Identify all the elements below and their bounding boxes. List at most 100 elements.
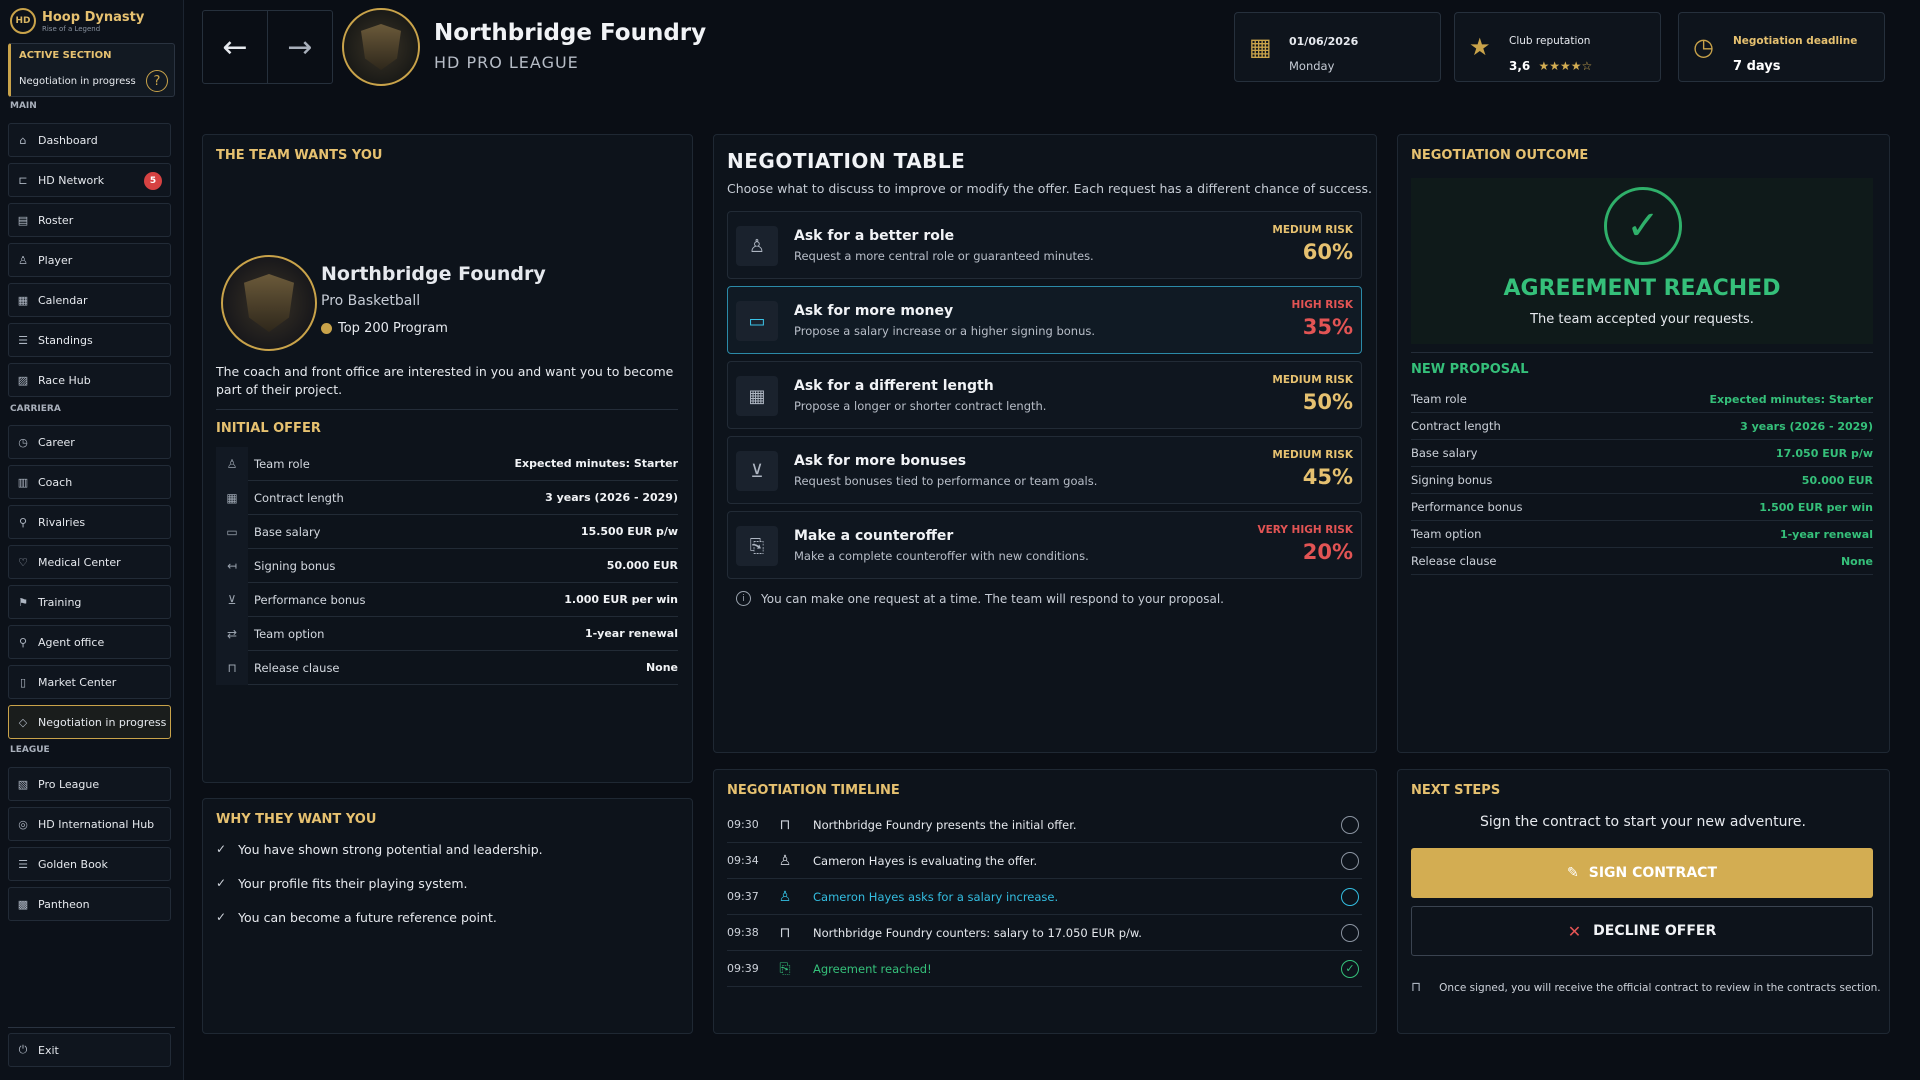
program-label: Top 200 Program <box>338 321 448 336</box>
sidebar-item-pro-league[interactable]: ▧ Pro League <box>8 767 171 801</box>
decline-offer-label: DECLINE OFFER <box>1593 923 1717 939</box>
offer-label: Team option <box>254 626 325 641</box>
check-icon: ✓ <box>216 842 227 856</box>
exit-label: Exit <box>38 1043 59 1057</box>
negotiation-in-progress-icon: ◇ <box>18 715 28 729</box>
pantheon-icon: ▩ <box>17 897 29 911</box>
reputation-score: 3,6 <box>1509 59 1531 73</box>
request-ask-for-a-different-length[interactable]: ▦ Ask for a different length Propose a lon… <box>727 361 1362 429</box>
event-time: 09:38 <box>727 926 759 939</box>
offer-value: 50.000 EUR <box>606 559 678 572</box>
negotiation-table-panel: NEGOTIATION TABLE Choose what to discuss… <box>713 134 1377 753</box>
sidebar-item-standings[interactable]: ☰ Standings <box>8 323 171 357</box>
event-icon: ⊓ <box>779 816 791 833</box>
status-circle-icon <box>1341 923 1359 942</box>
active-section-card: ACTIVE SECTION Negotiation in progress ? <box>8 43 175 97</box>
status-circle-icon <box>1341 815 1359 834</box>
offer-label: Base salary <box>254 524 321 539</box>
standings-icon: ☰ <box>18 333 28 347</box>
offer-value: 1.000 EUR per win <box>564 593 678 606</box>
sidebar-item-agent-office[interactable]: ⚲ Agent office <box>8 625 171 659</box>
proposal-row-release-clause: Release clause None <box>1411 548 1873 575</box>
forward-arrow-icon[interactable]: → <box>267 11 332 83</box>
sidebar-item-label: Rivalries <box>38 515 86 529</box>
check-icon: ✓ <box>216 910 227 924</box>
offer-row-base-salary: ▭ Base salary 15.500 EUR p/w <box>216 514 678 549</box>
request-description: Make a complete counteroffer with new co… <box>794 549 1089 563</box>
team-sport: Pro Basketball <box>321 293 421 309</box>
offer-row-team-option: ⇄ Team option 1-year renewal <box>216 616 678 651</box>
divider <box>1411 352 1873 353</box>
training-icon: ⚑ <box>18 595 28 609</box>
reputation-label: Club reputation <box>1509 35 1591 47</box>
next-steps-title: NEXT STEPS <box>1411 783 1501 798</box>
team-description: The coach and front office are intereste… <box>216 364 674 397</box>
request-title: Ask for a different length <box>794 378 994 394</box>
reason-item: ✓ Your profile fits their playing system. <box>216 876 467 891</box>
request-ask-for-more-bonuses[interactable]: ⊻ Ask for more bonuses Request bonuses tie… <box>727 436 1362 504</box>
sidebar-item-hd-international-hub[interactable]: ◎ HD International Hub <box>8 807 171 841</box>
sidebar-item-label: Dashboard <box>38 133 98 147</box>
help-icon[interactable]: ? <box>146 70 168 92</box>
timeline-event: 09:37 ♙ Cameron Hayes asks for a salary in… <box>727 879 1362 915</box>
sidebar-item-label: Career <box>38 435 75 449</box>
negotiation-timeline-panel: NEGOTIATION TIMELINE 09:30 ⊓ Northbridge F… <box>713 769 1377 1034</box>
brand-logo[interactable]: HD Hoop Dynasty Rise of a Legend <box>10 8 144 34</box>
sidebar-item-career[interactable]: ◷ Career <box>8 425 171 459</box>
star-icon: ★ <box>1469 33 1491 61</box>
request-ask-for-a-better-role[interactable]: ♙ Ask for a better role Request a more cen… <box>727 211 1362 279</box>
sign-contract-button[interactable]: ✎ SIGN CONTRACT <box>1411 848 1873 898</box>
sidebar-item-pantheon[interactable]: ▩ Pantheon <box>8 887 171 921</box>
request-description: Request bonuses tied to performance or t… <box>794 474 1098 488</box>
sidebar-item-label: Player <box>38 253 73 267</box>
request-ask-for-more-money[interactable]: ▭ Ask for more money Propose a salary incr… <box>727 286 1362 354</box>
timeline-event: 09:34 ♙ Cameron Hayes is evaluating the of… <box>727 843 1362 879</box>
sidebar-item-calendar[interactable]: ▦ Calendar <box>8 283 171 317</box>
reputation-value: 3,6 ★★★★☆ <box>1509 59 1592 73</box>
team-role-icon: ♙ <box>216 446 248 481</box>
sidebar-item-player[interactable]: ♙ Player <box>8 243 171 277</box>
sidebar-item-dashboard[interactable]: ⌂ Dashboard <box>8 123 171 157</box>
roster-icon: ▤ <box>17 213 29 227</box>
sidebar-item-rivalries[interactable]: ⚲ Rivalries <box>8 505 171 539</box>
brand-title: Hoop Dynasty <box>42 9 145 25</box>
success-chance: 50% <box>1302 390 1353 414</box>
sidebar-item-training[interactable]: ⚑ Training <box>8 585 171 619</box>
lock-icon: ⊓ <box>1411 980 1422 995</box>
decline-offer-button[interactable]: ✕ DECLINE OFFER <box>1411 906 1873 956</box>
why-they-want-you-panel: WHY THEY WANT YOU ✓ You have shown strong… <box>202 798 693 1034</box>
signing-bonus-icon: ↤ <box>216 548 248 583</box>
offer-row-team-role: ♙ Team role Expected minutes: Starter <box>216 446 678 481</box>
sidebar-item-medical-center[interactable]: ♡ Medical Center <box>8 545 171 579</box>
proposal-value: 3 years (2026 - 2029) <box>1740 419 1873 433</box>
club-name: Northbridge Foundry <box>434 20 707 46</box>
proposal-value: 50.000 EUR <box>1801 473 1873 487</box>
sidebar-item-race-hub[interactable]: ▨ Race Hub <box>8 363 171 397</box>
timeline-event: 09:30 ⊓ Northbridge Foundry presents the i… <box>727 807 1362 843</box>
offer-value: 1-year renewal <box>584 627 678 640</box>
nav-group-league: LEAGUE <box>10 745 50 755</box>
event-time: 09:39 <box>727 962 759 975</box>
back-arrow-icon[interactable]: ← <box>203 11 267 83</box>
sidebar-item-coach[interactable]: ▥ Coach <box>8 465 171 499</box>
request-description: Propose a salary increase or a higher si… <box>794 324 1096 338</box>
sidebar-item-negotiation-in-progress[interactable]: ◇ Negotiation in progress <box>8 705 171 739</box>
sidebar-item-golden-book[interactable]: ☰ Golden Book <box>8 847 171 881</box>
exit-button[interactable]: ⏻ Exit <box>8 1033 171 1067</box>
reputation-card: ★ Club reputation 3,6 ★★★★☆ <box>1454 12 1661 82</box>
initial-offer-title: INITIAL OFFER <box>216 421 321 436</box>
base-salary-icon: ▭ <box>216 514 248 549</box>
timeline-title: NEGOTIATION TIMELINE <box>727 783 900 798</box>
club-crest-icon <box>342 8 420 86</box>
team-wants-you-panel: THE TEAM WANTS YOU Northbridge Foundry P… <box>202 134 693 783</box>
sidebar-item-market-center[interactable]: ▯ Market Center <box>8 665 171 699</box>
proposal-value: 17.050 EUR p/w <box>1775 446 1873 460</box>
sidebar-item-roster[interactable]: ▤ Roster <box>8 203 171 237</box>
sidebar-item-label: Roster <box>38 213 74 227</box>
sidebar-item-hd-network[interactable]: ⊏ HD Network 5 <box>8 163 171 197</box>
golden-book-icon: ☰ <box>18 857 28 871</box>
reputation-stars: ★★★★☆ <box>1538 59 1593 73</box>
offer-label: Release clause <box>254 660 340 675</box>
request-make-a-counteroffer[interactable]: ⎘ Make a counteroffer Make a complete coun… <box>727 511 1362 579</box>
power-icon: ⏻ <box>18 1043 28 1056</box>
